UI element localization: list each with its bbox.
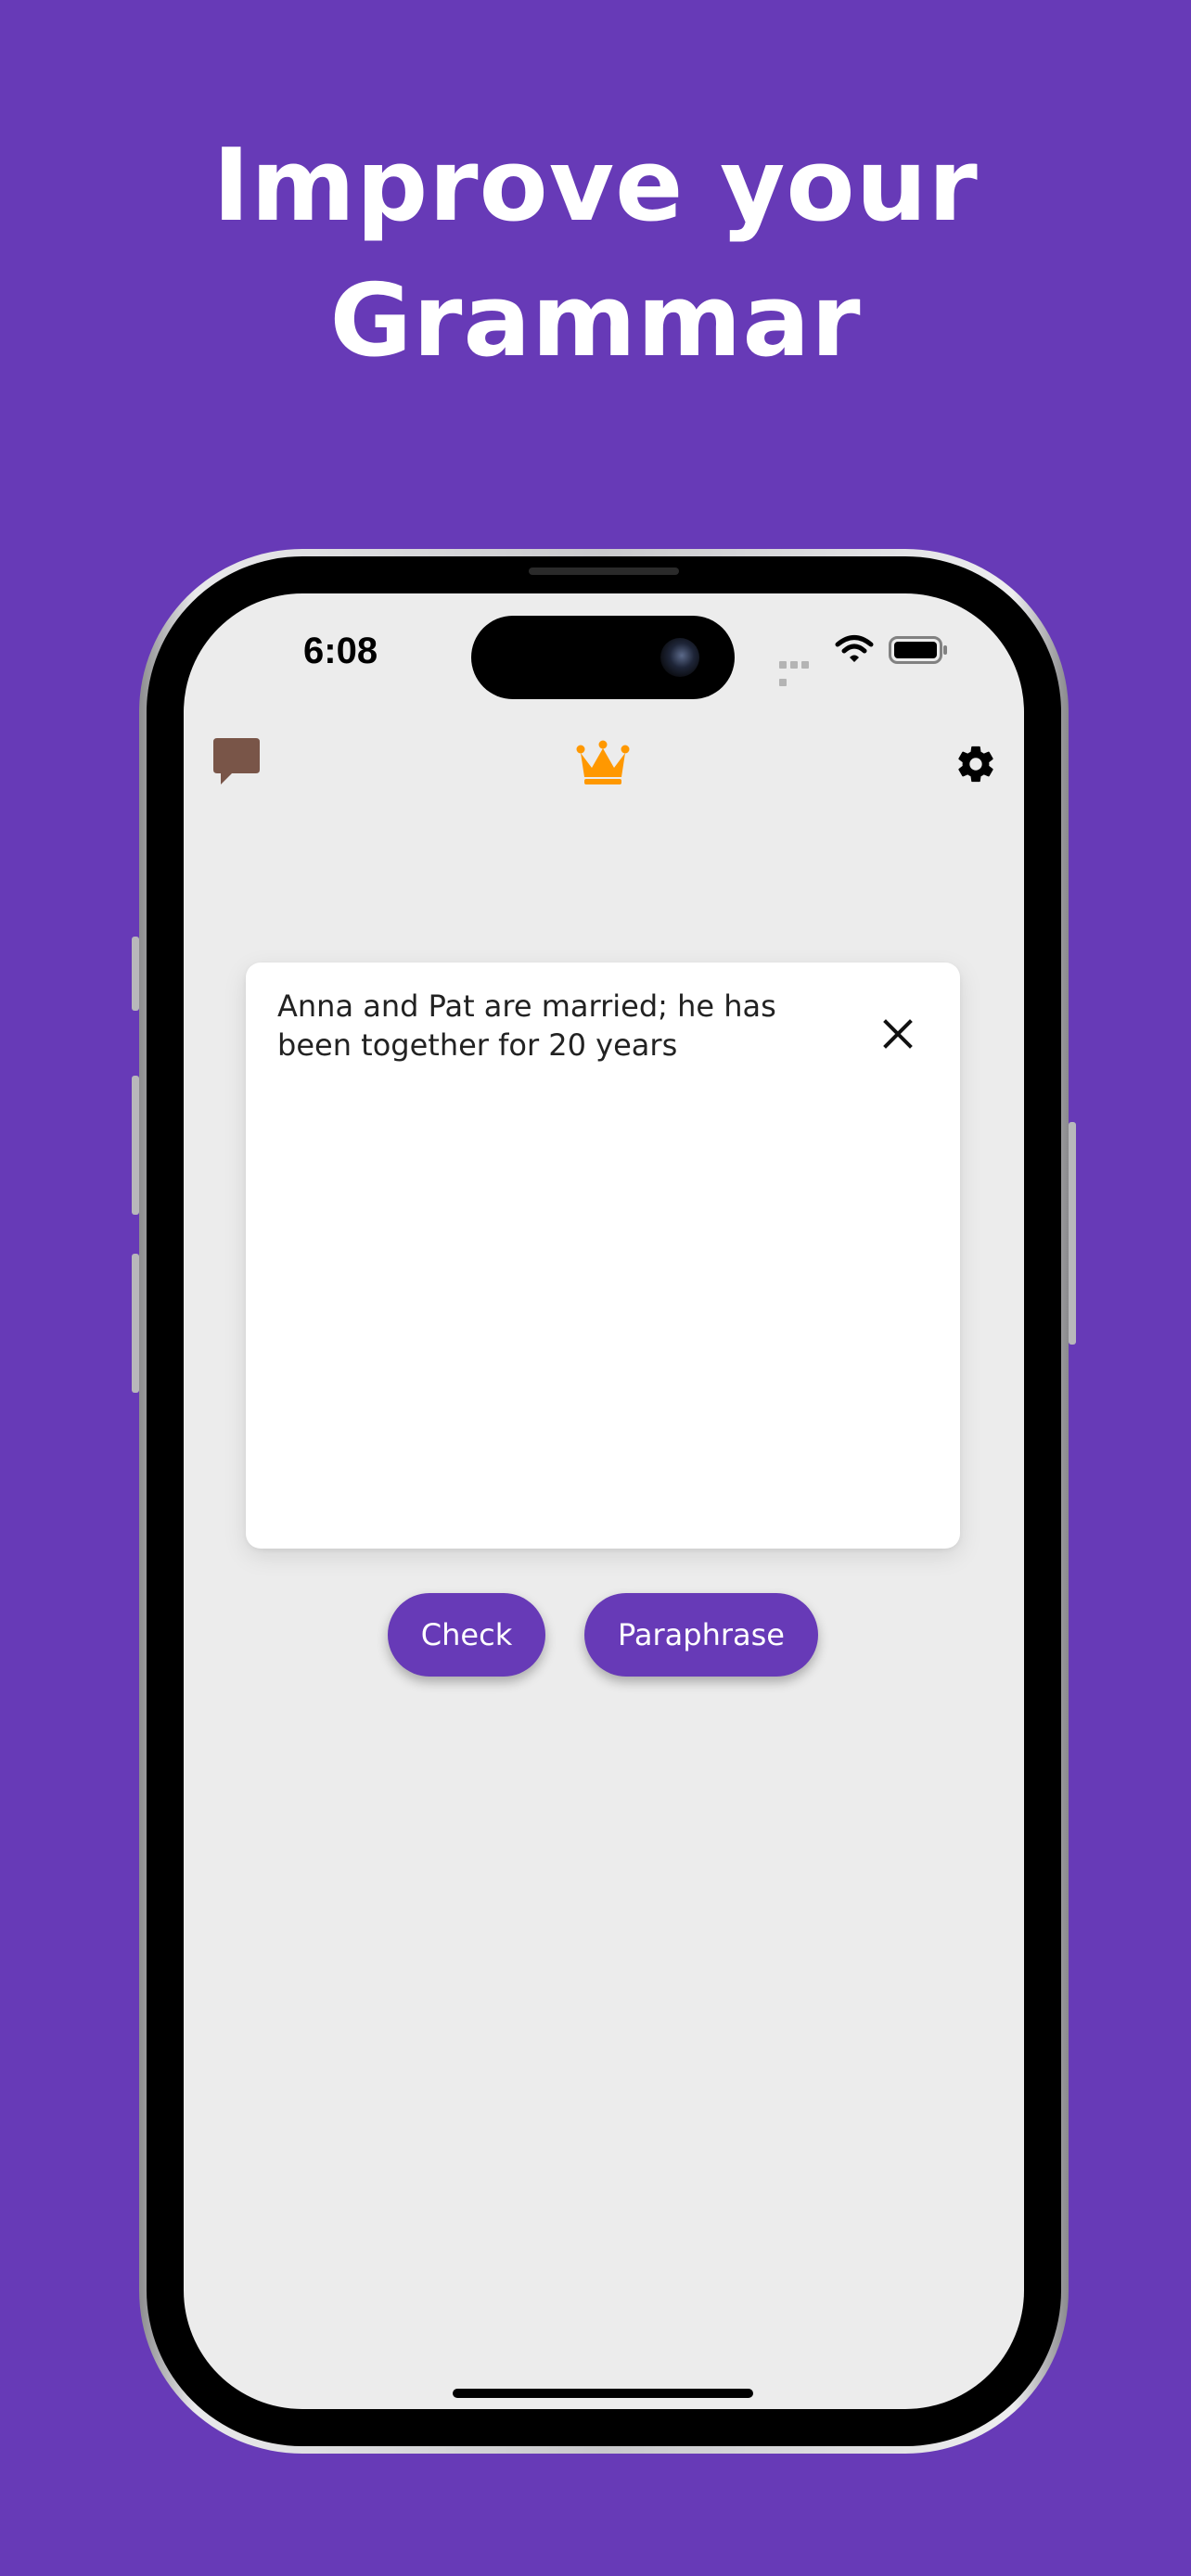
phone-action-button: [132, 937, 139, 1011]
close-icon: [883, 1019, 913, 1049]
cellular-signal-icon: [779, 655, 822, 686]
front-camera: [660, 638, 699, 677]
check-button[interactable]: Check: [388, 1593, 545, 1677]
wifi-icon: [835, 635, 874, 662]
clear-text-button[interactable]: [873, 1009, 923, 1059]
battery-icon: [889, 636, 947, 664]
phone-volume-down-button: [132, 1254, 139, 1393]
marketing-headline: Improve your Grammar: [0, 119, 1191, 389]
feedback-chat-icon: [213, 738, 260, 784]
phone-power-button: [1069, 1122, 1076, 1345]
headline-line-1: Improve your: [212, 128, 979, 244]
settings-button[interactable]: [952, 740, 1000, 788]
phone-volume-up-button: [132, 1076, 139, 1215]
premium-crown-icon: [576, 740, 630, 784]
headline-line-2: Grammar: [329, 263, 862, 379]
status-time: 6:08: [303, 631, 378, 671]
grammar-text-input[interactable]: Anna and Pat are married; he has been to…: [277, 987, 852, 1524]
paraphrase-button[interactable]: Paraphrase: [584, 1593, 818, 1677]
earpiece-speaker: [529, 567, 679, 575]
premium-button[interactable]: [573, 738, 633, 788]
text-input-card: Anna and Pat are married; he has been to…: [246, 963, 960, 1549]
settings-gear-icon: [958, 746, 993, 783]
home-indicator[interactable]: [453, 2389, 753, 2398]
feedback-button[interactable]: [210, 734, 263, 788]
